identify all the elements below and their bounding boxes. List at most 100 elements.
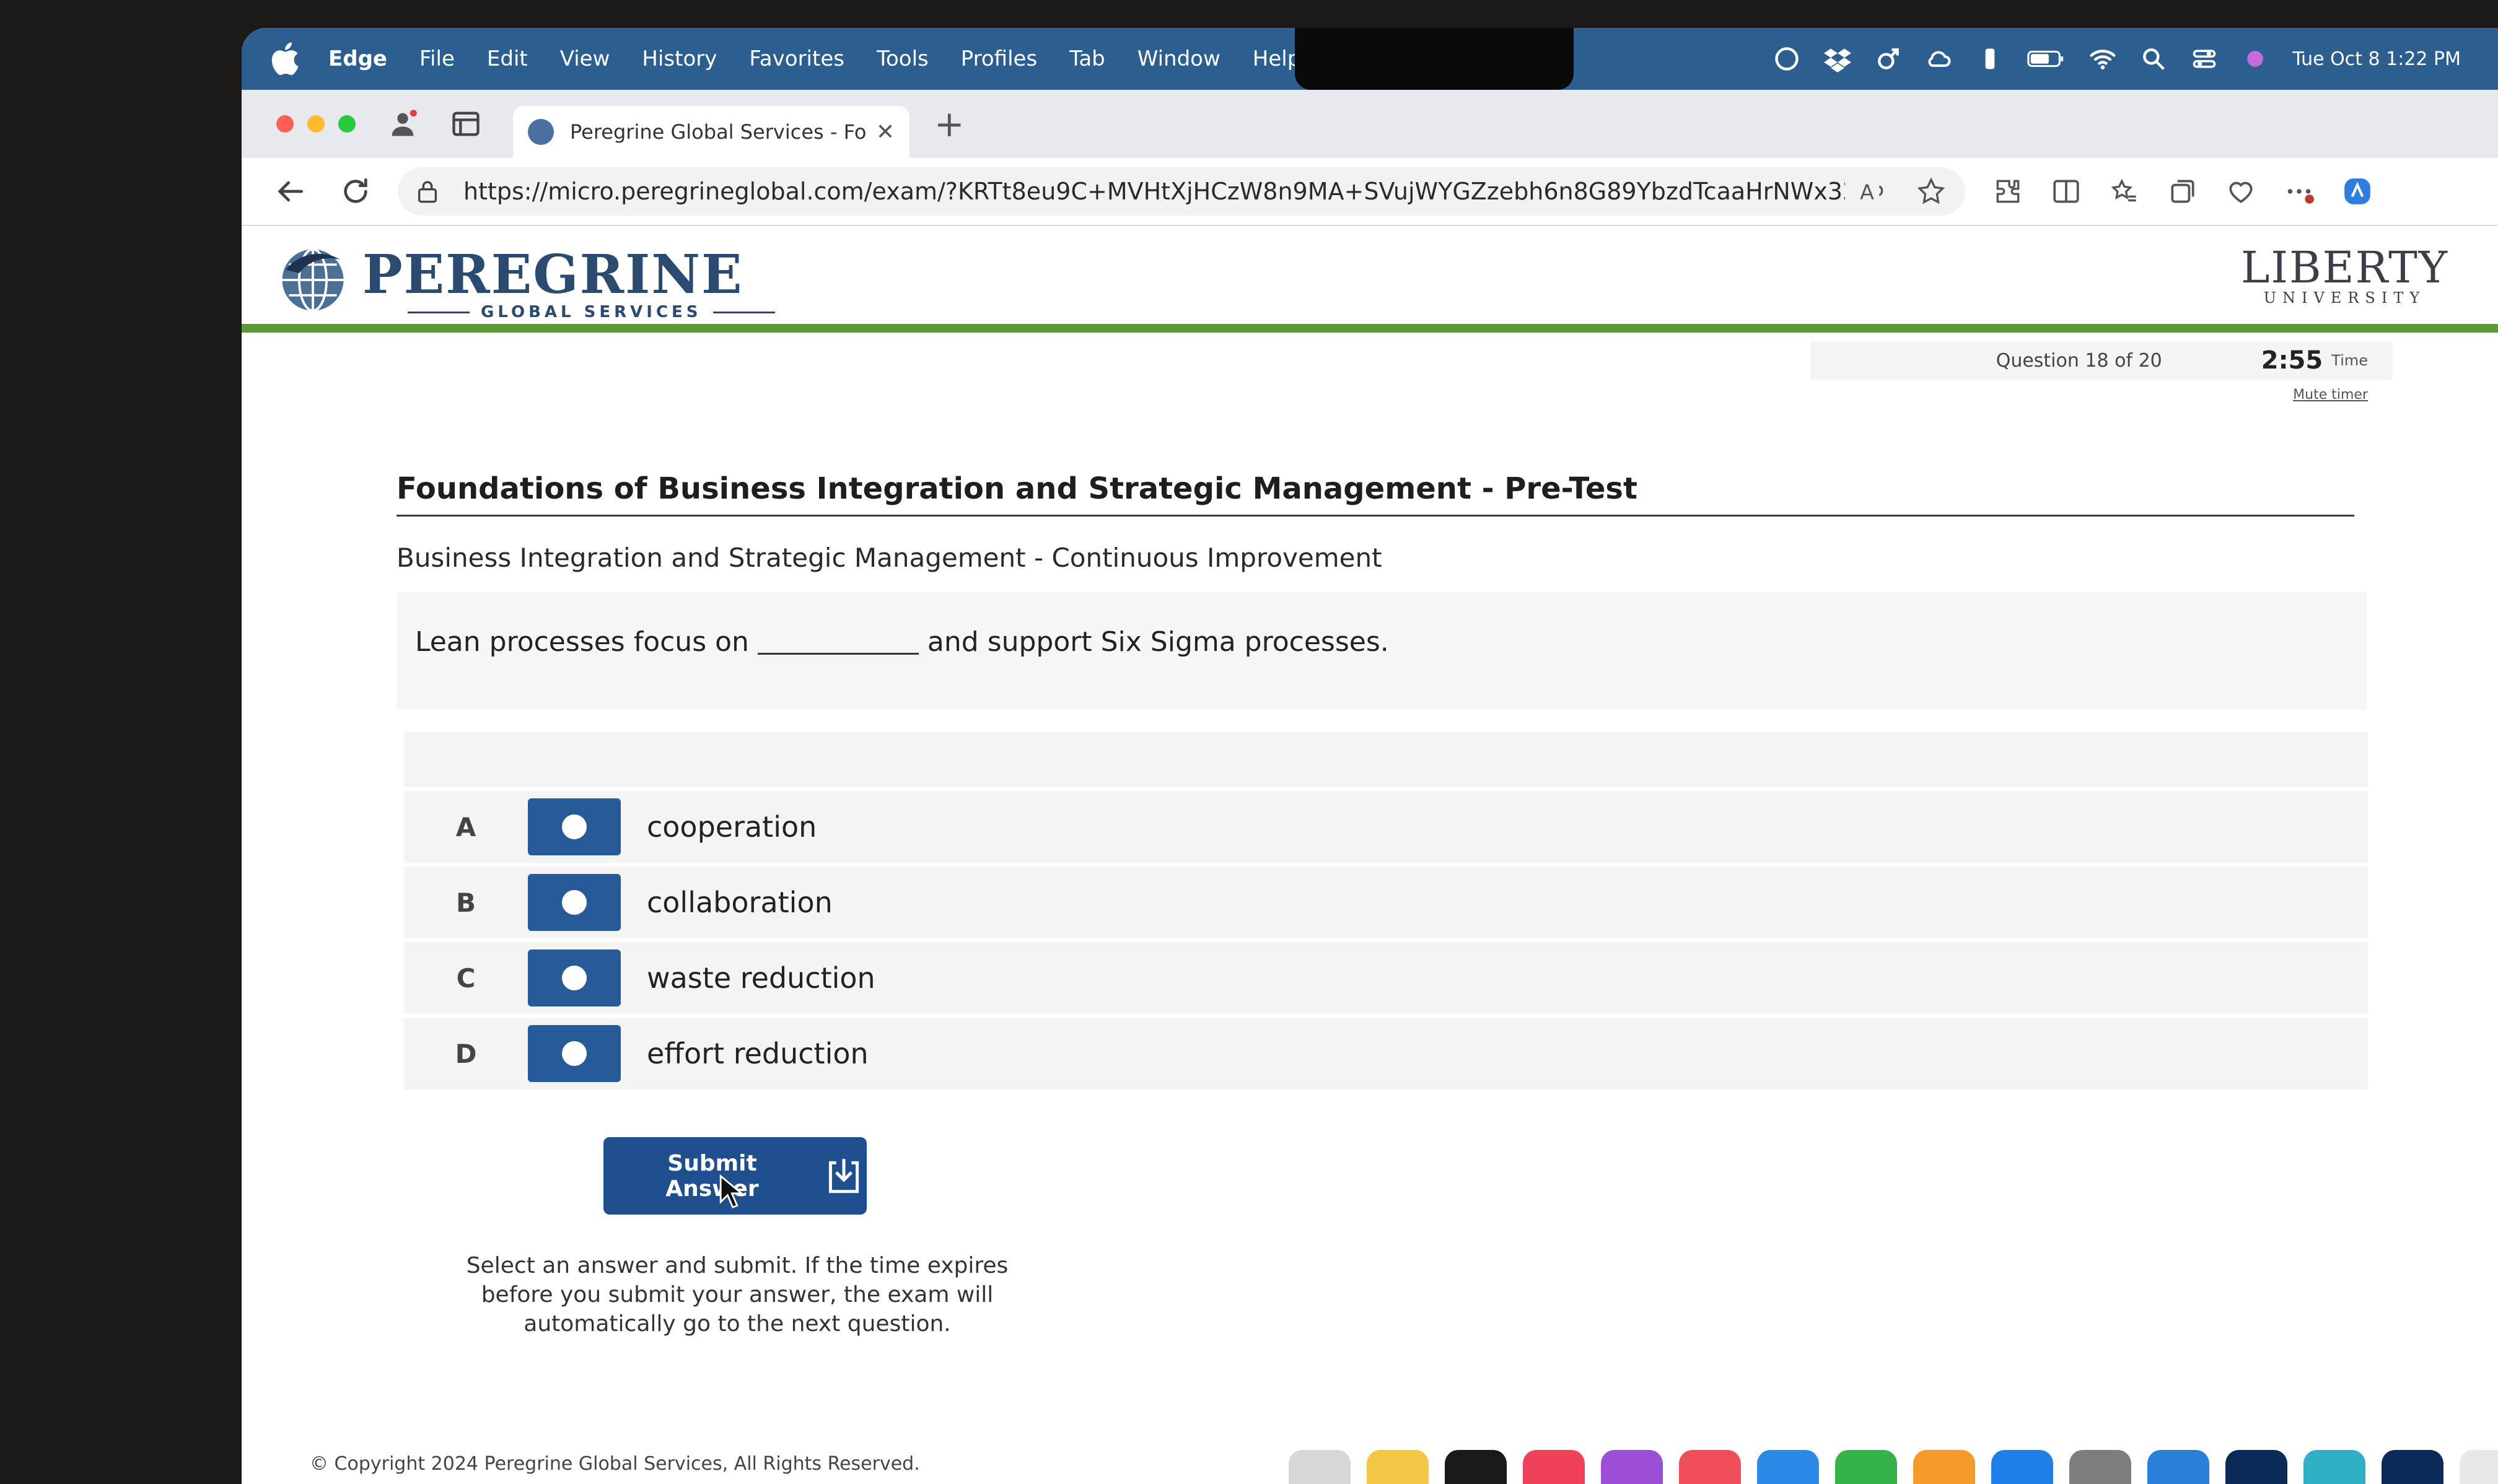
window-minimize-button[interactable] [307, 115, 325, 133]
dock-notes-icon[interactable] [1367, 1450, 1429, 1484]
option-b[interactable]: B collaboration [404, 866, 2368, 938]
camera-notch [1295, 28, 1574, 90]
copilot-icon[interactable] [2342, 176, 2373, 207]
control-center-icon[interactable] [2191, 45, 2218, 72]
battery-icon[interactable] [2027, 45, 2066, 72]
liberty-logo-subtitle: UNIVERSITY [2263, 289, 2426, 307]
gender-icon[interactable] [1875, 45, 1902, 72]
menu-edit[interactable]: Edit [487, 46, 528, 71]
window-close-button[interactable] [276, 115, 294, 133]
favorites-icon[interactable] [2109, 176, 2140, 207]
option-text[interactable]: cooperation [647, 810, 817, 844]
tab-close-icon[interactable]: ✕ [876, 120, 895, 145]
option-d[interactable]: D effort reduction [404, 1018, 2368, 1089]
dock-photoshop-icon[interactable] [2225, 1450, 2287, 1484]
option-letter: C [456, 962, 476, 993]
new-tab-button[interactable]: + [934, 106, 965, 142]
option-text[interactable]: waste reduction [647, 961, 875, 995]
radio-dot-icon [562, 1041, 587, 1066]
battery-stat-icon[interactable] [1976, 45, 2004, 72]
option-letter: A [455, 811, 476, 842]
timer-label: Time [2331, 352, 2368, 369]
menu-help[interactable]: Help [1253, 46, 1301, 71]
split-screen-icon[interactable] [2051, 176, 2082, 207]
option-b-radio[interactable] [528, 874, 621, 931]
menu-tools[interactable]: Tools [877, 46, 929, 71]
back-arrow-icon[interactable] [273, 174, 307, 209]
liberty-university-logo: LIBERTY UNIVERSITY [2241, 246, 2448, 307]
macos-menu-bar: Edge File Edit View History Favorites To… [242, 28, 2498, 90]
profile-icon[interactable] [387, 108, 419, 140]
svg-text:A: A [1860, 180, 1874, 204]
submit-answer-label: Submit Answer [665, 1150, 759, 1202]
dock-app-2[interactable] [2303, 1450, 2365, 1484]
address-bar[interactable]: https://micro.peregrineglobal.com/exam/?… [398, 167, 1965, 216]
menu-tab[interactable]: Tab [1069, 46, 1105, 71]
option-a-radio[interactable] [528, 798, 621, 855]
menu-favorites[interactable]: Favorites [749, 46, 844, 71]
radio-dot-icon [562, 966, 587, 990]
submit-instructions: Select an answer and submit. If the time… [466, 1253, 1009, 1337]
refresh-icon[interactable] [338, 174, 373, 209]
dock-app-1[interactable] [1289, 1450, 1351, 1484]
option-c[interactable]: C waste reduction [404, 942, 2368, 1014]
lock-icon[interactable] [416, 179, 439, 204]
option-a[interactable]: A cooperation [404, 791, 2368, 863]
tab-title: Peregrine Global Services - Fou [570, 120, 867, 144]
menu-file[interactable]: File [419, 46, 455, 71]
menu-app-edge[interactable]: Edge [328, 46, 387, 71]
browser-toolbar: https://micro.peregrineglobal.com/exam/?… [242, 158, 2498, 226]
spotlight-search-icon[interactable] [2140, 45, 2167, 72]
dock-tv-icon[interactable] [1445, 1450, 1507, 1484]
window-zoom-button[interactable] [338, 115, 356, 133]
dock-settings-icon[interactable] [2069, 1450, 2131, 1484]
wifi-icon[interactable] [2089, 45, 2116, 72]
menubar-clock[interactable]: Tue Oct 8 1:22 PM [2292, 48, 2461, 70]
radio-dot-icon [562, 814, 587, 839]
tab-peregrine[interactable]: Peregrine Global Services - Fou ✕ [513, 106, 909, 158]
option-text[interactable]: collaboration [647, 886, 833, 919]
dock-news-icon[interactable] [1679, 1450, 1741, 1484]
dropbox-icon[interactable] [1824, 45, 1852, 72]
menu-history[interactable]: History [642, 46, 717, 71]
more-options-icon[interactable] [2284, 176, 2315, 207]
favorite-star-icon[interactable] [1916, 176, 1947, 207]
dock-app-store-icon[interactable] [1991, 1450, 2053, 1484]
url-text[interactable]: https://micro.peregrineglobal.com/exam/?… [463, 178, 1845, 205]
dock-numbers-icon[interactable] [1835, 1450, 1897, 1484]
site-header: PEREGRINE GLOBAL SERVICES LIBERTY UNIVER… [242, 227, 2498, 333]
collections-icon[interactable] [2167, 176, 2198, 207]
read-aloud-icon[interactable]: A [1857, 176, 1888, 207]
dock-podcasts-icon[interactable] [1601, 1450, 1663, 1484]
option-text[interactable]: effort reduction [647, 1037, 869, 1070]
menu-window[interactable]: Window [1137, 46, 1221, 71]
dock-pages-icon[interactable] [1913, 1450, 1975, 1484]
question-blank [757, 653, 919, 655]
exam-title: Foundations of Business Integration and … [397, 471, 2354, 517]
exam-page: Question 18 of 20 2:55 Time Mute timer F… [242, 341, 2498, 1484]
dock-lightroom-icon[interactable] [2382, 1450, 2443, 1484]
copilot-status-icon[interactable] [1773, 45, 1800, 72]
mute-timer-link[interactable]: Mute timer [2293, 387, 2368, 403]
option-letter: B [455, 887, 476, 918]
cloud-sync-icon[interactable] [1926, 45, 1953, 72]
answer-options: A cooperation B collaboration C waste re… [404, 731, 2368, 1093]
menu-view[interactable]: View [560, 46, 610, 71]
timer-value: 2:55 [2261, 346, 2323, 375]
apple-logo-icon[interactable] [268, 40, 306, 78]
peregrine-globe-logo-icon [282, 248, 344, 312]
option-c-radio[interactable] [528, 949, 621, 1006]
tab-actions-icon[interactable] [450, 108, 482, 140]
option-d-radio[interactable] [528, 1025, 621, 1082]
laptop-screen: Edge File Edit View History Favorites To… [242, 28, 2498, 1484]
dock-edge-icon[interactable] [2147, 1450, 2209, 1484]
siri-icon[interactable] [2242, 45, 2269, 72]
dock-music-icon[interactable] [1523, 1450, 1585, 1484]
options-header-row [404, 731, 2368, 787]
extensions-icon[interactable] [1992, 176, 2023, 207]
performance-icon[interactable] [2225, 176, 2256, 207]
dock-keynote-icon[interactable] [1757, 1450, 1819, 1484]
mouse-cursor-icon [719, 1174, 743, 1209]
dock-document-1[interactable] [2460, 1450, 2498, 1484]
menu-profiles[interactable]: Profiles [961, 46, 1037, 71]
